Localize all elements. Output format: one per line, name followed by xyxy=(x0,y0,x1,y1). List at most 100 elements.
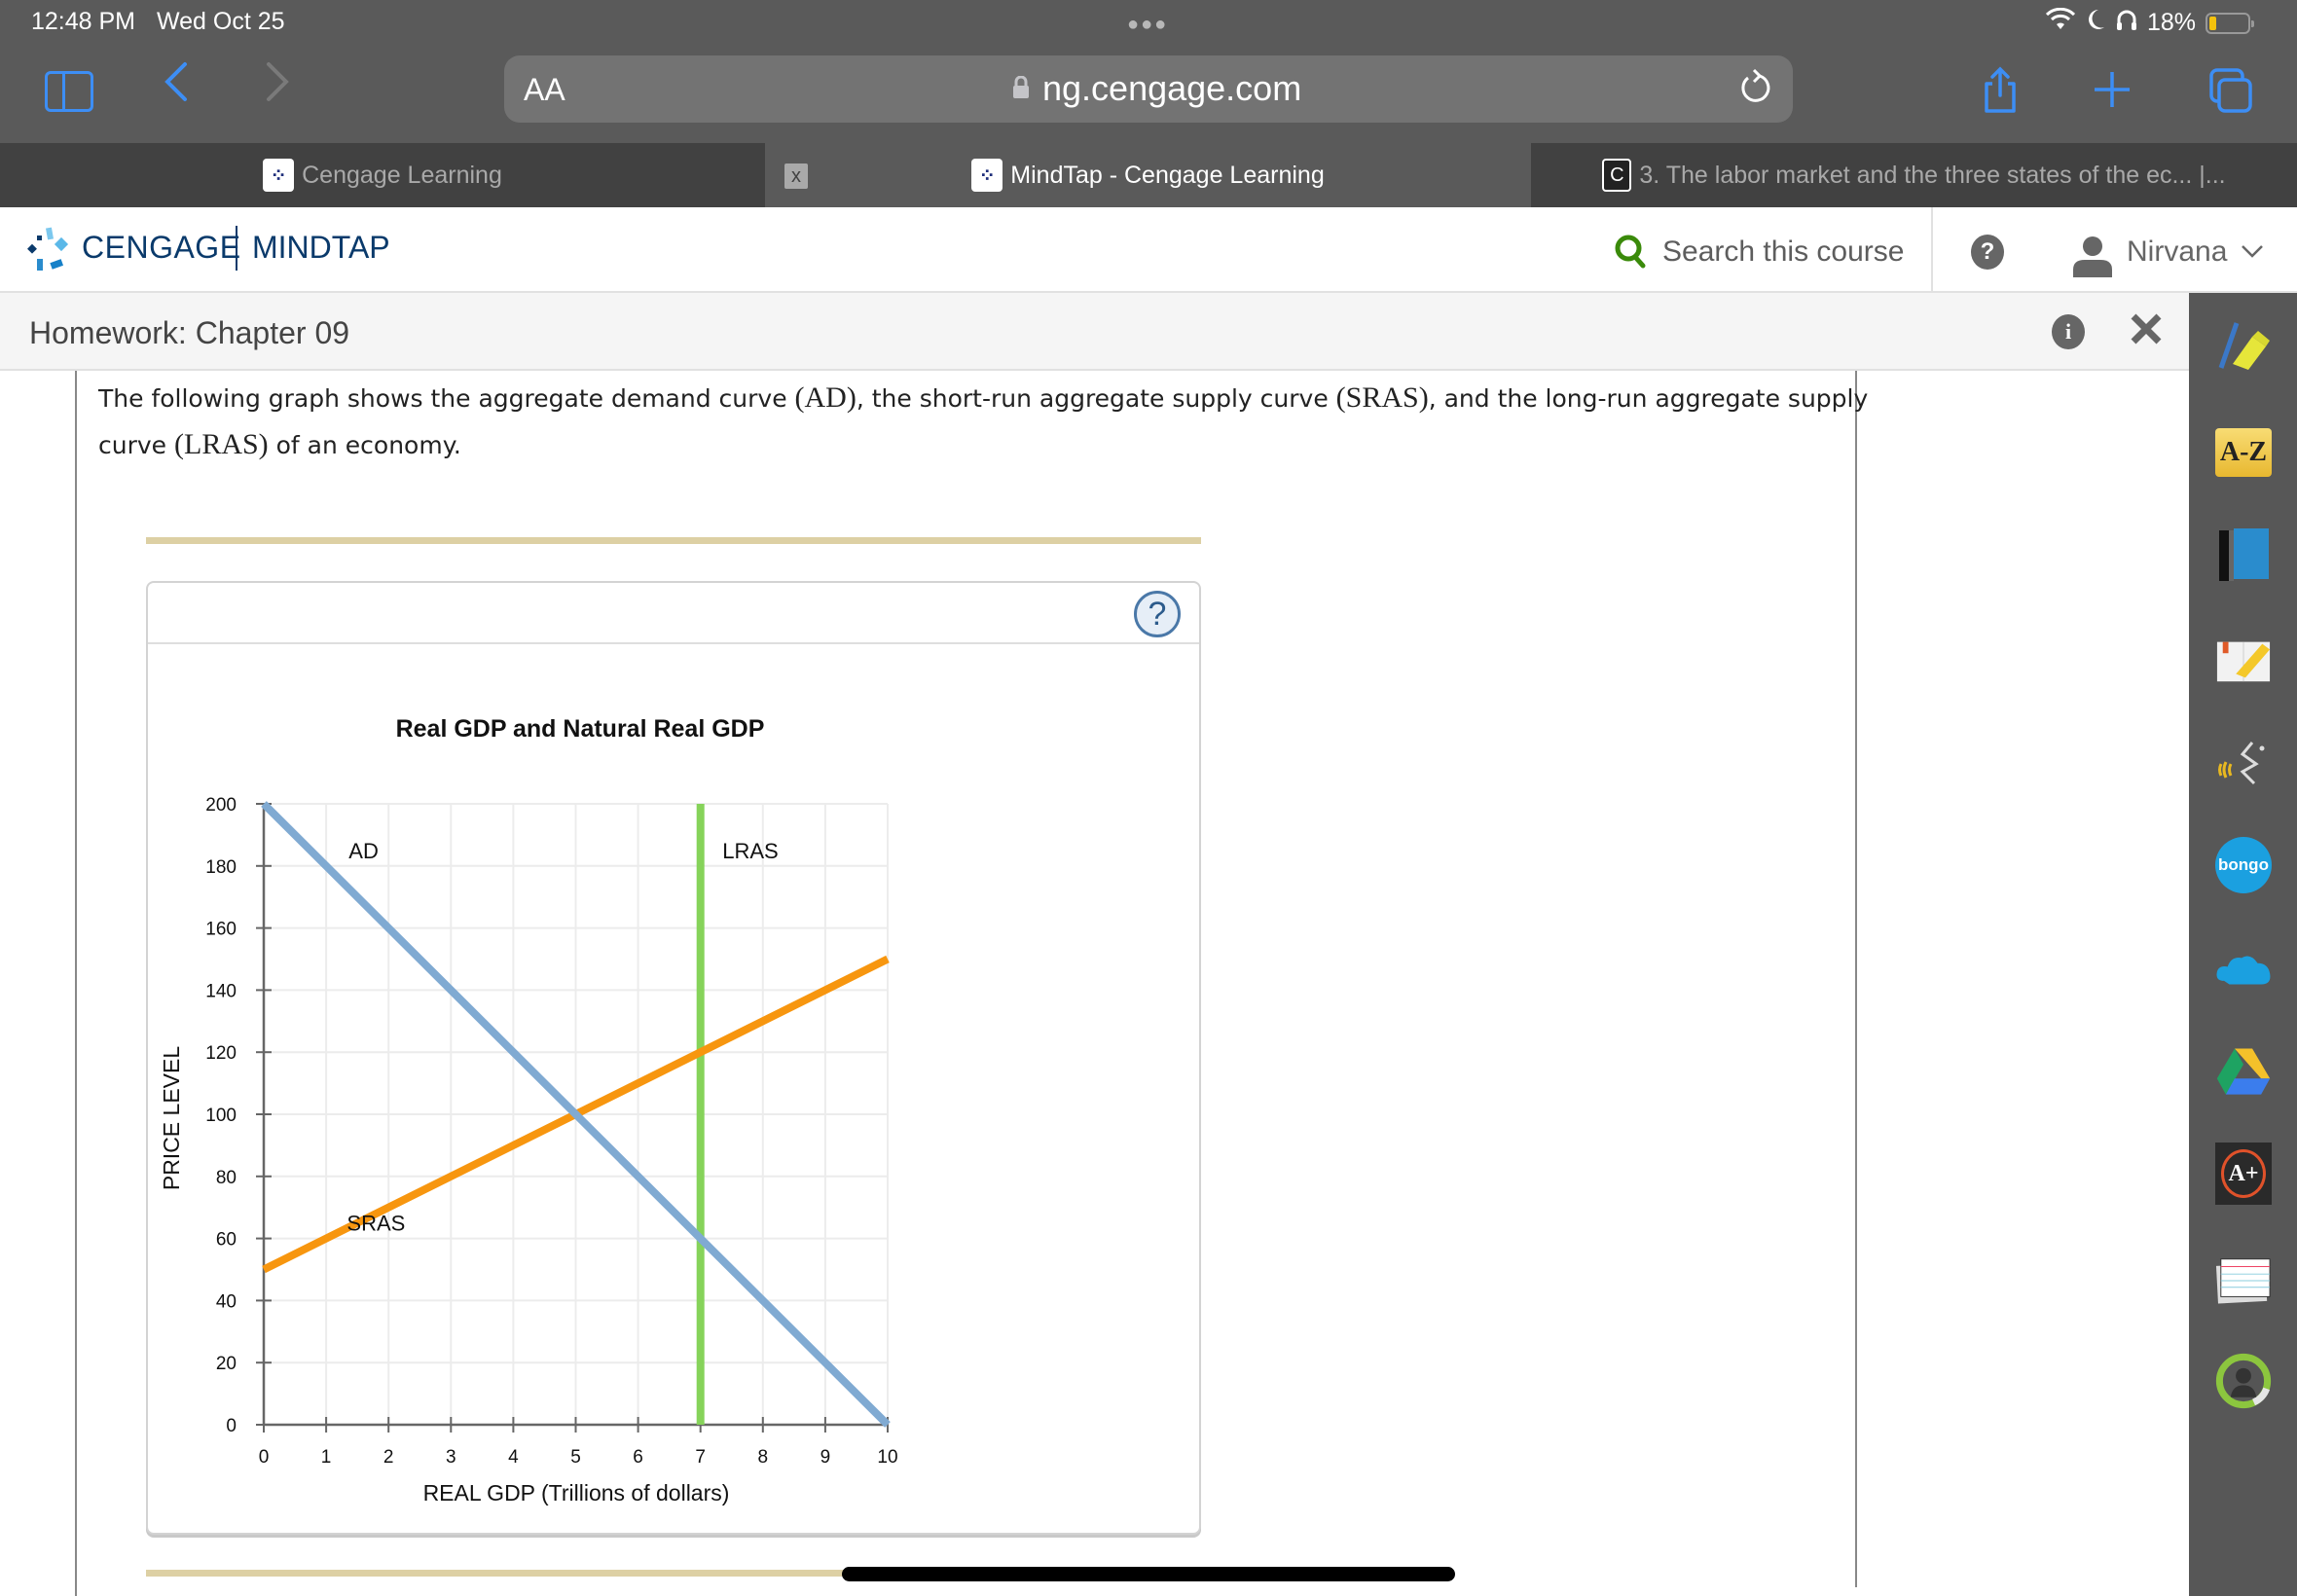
progress-icon[interactable] xyxy=(2215,1353,2272,1409)
a-z-glossary-icon[interactable]: A-Z xyxy=(2215,424,2272,481)
onedrive-icon[interactable] xyxy=(2215,942,2272,998)
ad-as-chart: Real GDP and Natural Real GDP 0 1 2 3 4 5 6 7 8 9… xyxy=(159,715,898,1505)
battery-icon xyxy=(2206,12,2254,34)
x-tick-label: 0 xyxy=(259,1447,270,1468)
y-tick-label: 60 xyxy=(216,1230,237,1251)
question-text: The following graph shows the aggregate … xyxy=(98,384,795,413)
moon-icon xyxy=(2085,8,2106,38)
read-speaker-icon[interactable] xyxy=(2215,735,2272,791)
sras-abbr: (SRAS) xyxy=(1335,381,1429,414)
section-divider-bottom xyxy=(146,1570,847,1577)
cengage-logo-icon[interactable] xyxy=(27,226,76,279)
x-tick-label: 3 xyxy=(446,1447,456,1468)
brand-name[interactable]: CENGAGE xyxy=(82,230,241,266)
bongo-icon[interactable]: bongo xyxy=(2215,837,2272,893)
reload-button[interactable] xyxy=(1738,68,1773,117)
series-ad-label: AD xyxy=(348,839,379,863)
section-divider xyxy=(146,537,1201,544)
aplus-icon[interactable]: A+ xyxy=(2215,1143,2272,1205)
ad-abbr: (AD) xyxy=(794,381,857,414)
flashcards-icon[interactable] xyxy=(2215,1251,2272,1308)
header-divider xyxy=(1931,207,1933,293)
tab-labor-market[interactable]: C 3. The labor market and the three stat… xyxy=(1531,143,2297,207)
content-border-right xyxy=(1855,371,1857,1587)
chevron-down-icon[interactable] xyxy=(2241,239,2264,265)
battery-percent: 18% xyxy=(2146,9,2196,36)
headphones-icon xyxy=(2116,8,2137,38)
share-button[interactable] xyxy=(1981,66,2020,120)
x-axis-label: REAL GDP (Trillions of dollars) xyxy=(423,1480,730,1505)
tab-overview-button[interactable] xyxy=(2207,68,2254,120)
tab-cengage-learning[interactable]: ⁘ Cengage Learning xyxy=(0,143,765,207)
lock-icon xyxy=(1012,75,1030,99)
question-line-1: The following graph shows the aggregate … xyxy=(98,381,1868,415)
y-tick-label: 140 xyxy=(205,981,237,1001)
user-avatar-icon[interactable] xyxy=(2071,235,2114,282)
chart-axes: 0 1 2 3 4 5 6 7 8 9 10020406080100120140160180200 xyxy=(205,795,897,1468)
status-indicators: 18% xyxy=(2045,7,2254,38)
cengage-favicon-icon: ⁘ xyxy=(971,159,1003,192)
lras-abbr: (LRAS) xyxy=(174,428,269,460)
forward-button[interactable] xyxy=(263,60,292,115)
battery-level xyxy=(2209,16,2216,30)
brand-divider xyxy=(236,226,237,271)
status-time: 12:48 PM xyxy=(31,8,136,35)
y-tick-label: 80 xyxy=(216,1168,237,1188)
y-tick-label: 180 xyxy=(205,857,237,878)
x-tick-label: 7 xyxy=(695,1447,706,1468)
tab-title: MindTap - Cengage Learning xyxy=(1010,161,1325,189)
product-name[interactable]: MINDTAP xyxy=(252,230,390,266)
question-text: , the short-run aggregate supply curve xyxy=(856,384,1336,413)
tab-title: Cengage Learning xyxy=(302,161,502,189)
tab-close-button[interactable]: x xyxy=(784,163,808,189)
highlighter-pen-icon[interactable] xyxy=(2215,317,2272,374)
new-tab-button[interactable] xyxy=(2093,58,2132,122)
question-text: curve xyxy=(98,431,174,459)
sidebar-toggle-button[interactable] xyxy=(45,71,93,112)
y-tick-label: 20 xyxy=(216,1354,237,1374)
search-icon[interactable] xyxy=(1614,234,1647,277)
series-sras-label: SRAS xyxy=(346,1212,405,1236)
status-date: Wed Oct 25 xyxy=(157,8,285,35)
question-line-2: curve (LRAS) of an economy. xyxy=(98,428,461,461)
x-tick-label: 10 xyxy=(877,1447,897,1468)
home-indicator[interactable] xyxy=(842,1567,1455,1581)
help-icon[interactable]: ? xyxy=(1971,235,2004,270)
y-tick-label: 100 xyxy=(205,1106,237,1126)
tab-mindtap[interactable]: ⁘ MindTap - Cengage Learning xyxy=(765,143,1531,207)
cengage-favicon-icon: ⁘ xyxy=(263,159,295,192)
wifi-icon xyxy=(2045,7,2076,38)
x-tick-label: 4 xyxy=(508,1447,519,1468)
info-icon[interactable]: i xyxy=(2052,314,2085,349)
x-tick-label: 1 xyxy=(321,1447,332,1468)
content-border-left xyxy=(75,371,77,1596)
user-name[interactable]: Nirvana xyxy=(2127,236,2227,269)
y-tick-label: 160 xyxy=(205,920,237,940)
url-text[interactable]: ng.cengage.com xyxy=(1042,68,1301,109)
search-course-input[interactable]: Search this course xyxy=(1662,236,1904,269)
google-drive-icon[interactable] xyxy=(2215,1043,2272,1100)
series-lras-label: LRAS xyxy=(722,839,778,863)
y-tick-label: 40 xyxy=(216,1291,237,1312)
book-icon[interactable] xyxy=(2215,526,2272,583)
more-dots-icon[interactable]: ●●● xyxy=(1127,14,1168,36)
question-text: , and the long-run aggregate supply xyxy=(1428,384,1869,413)
tab-title: 3. The labor market and the three states… xyxy=(1639,161,2226,189)
text-size-button[interactable]: AA xyxy=(524,72,565,108)
y-tick-label: 200 xyxy=(205,795,237,816)
c-favicon-icon: C xyxy=(1602,159,1632,192)
x-tick-label: 8 xyxy=(758,1447,769,1468)
x-tick-label: 5 xyxy=(570,1447,581,1468)
notebook-highlighter-icon[interactable] xyxy=(2215,632,2272,688)
close-icon[interactable] xyxy=(2130,306,2163,358)
x-tick-label: 2 xyxy=(383,1447,394,1468)
x-tick-label: 6 xyxy=(633,1447,643,1468)
question-text: of an economy. xyxy=(268,431,461,459)
back-button[interactable] xyxy=(162,60,191,115)
x-tick-label: 9 xyxy=(820,1447,831,1468)
activity-title: Homework: Chapter 09 xyxy=(29,315,350,350)
y-tick-label: 120 xyxy=(205,1043,237,1064)
chart-title: Real GDP and Natural Real GDP xyxy=(396,715,765,743)
y-axis-label: PRICE LEVEL xyxy=(159,1046,184,1190)
y-tick-label: 0 xyxy=(226,1416,237,1436)
